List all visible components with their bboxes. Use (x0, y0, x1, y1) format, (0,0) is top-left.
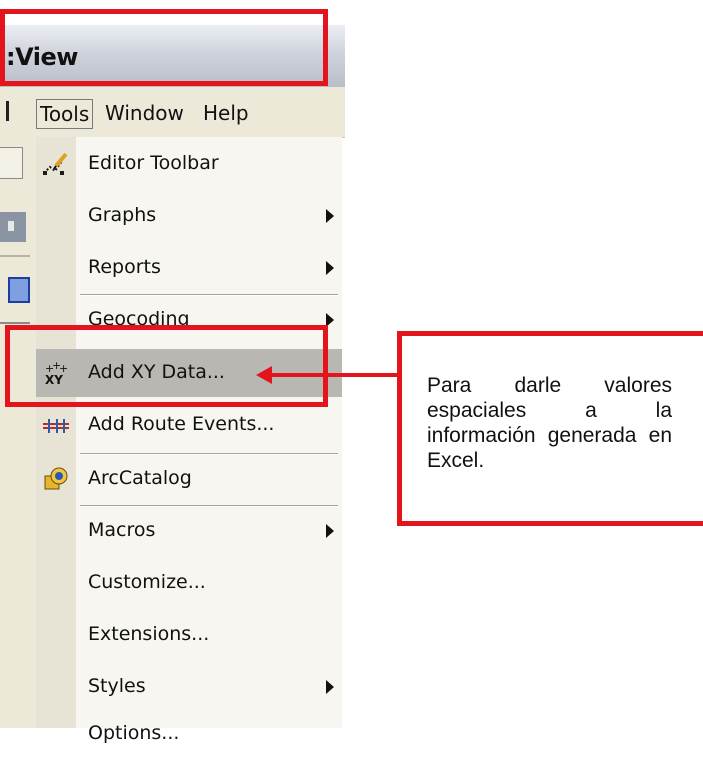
editor-toolbar-icon (43, 152, 68, 175)
menu-item-label: Macros (88, 519, 156, 541)
menu-separator (80, 294, 338, 296)
menu-item-reports[interactable]: Reports (36, 244, 342, 292)
menu-item-extensions[interactable]: Extensions... (36, 611, 342, 659)
menu-item-editor-toolbar[interactable]: Editor Toolbar (36, 140, 342, 188)
menu-window[interactable]: Window (102, 99, 187, 127)
toolbar-fragment (0, 147, 23, 179)
menu-item-label: Editor Toolbar (88, 152, 219, 174)
menu-fragment (6, 101, 9, 121)
annotation-text: Para darle valores espaciales a la infor… (427, 374, 672, 472)
menu-item-macros[interactable]: Macros (36, 507, 342, 555)
annotation-arrow-line (262, 373, 414, 377)
menu-item-label: Styles (88, 675, 146, 697)
menu-item-label: Add Route Events... (88, 413, 275, 435)
menu-separator (80, 505, 338, 507)
menu-item-label: Extensions... (88, 623, 210, 645)
menu-item-arccatalog[interactable]: ArcCatalog (36, 455, 342, 503)
menu-tools[interactable]: Tools (36, 99, 94, 129)
submenu-arrow-icon (326, 524, 334, 538)
menu-item-options[interactable]: Options... (36, 710, 342, 758)
menu-item-label: Graphs (88, 204, 157, 226)
add-route-events-icon (43, 419, 69, 433)
submenu-arrow-icon (326, 209, 334, 223)
menu-item-label: Options... (88, 722, 180, 744)
toolbar-button-fragment (0, 212, 26, 242)
menu-item-label: Customize... (88, 571, 206, 593)
arccatalog-icon (44, 467, 68, 490)
divider (0, 322, 30, 324)
menu-item-label: Reports (88, 256, 161, 278)
highlight-box-window-title (0, 9, 328, 86)
menu-bar: Tools Window Help (0, 87, 345, 138)
menu-item-add-route-events[interactable]: Add Route Events... (36, 401, 342, 449)
tool-icon-fragment (8, 277, 30, 303)
menu-item-customize[interactable]: Customize... (36, 559, 342, 607)
menu-separator (80, 453, 338, 455)
submenu-arrow-icon (326, 261, 334, 275)
menu-item-label: ArcCatalog (88, 467, 192, 489)
submenu-arrow-icon (326, 680, 334, 694)
annotation-arrow-head (256, 366, 272, 384)
toolbar-fragment-strip (0, 137, 36, 728)
menu-help[interactable]: Help (200, 99, 252, 127)
menu-item-styles[interactable]: Styles (36, 663, 342, 711)
highlight-box-add-xy-data (5, 325, 328, 407)
tools-menu-dropdown: Editor Toolbar Graphs Reports Geocoding … (36, 137, 342, 744)
annotation-callout: Para darle valores espaciales a la infor… (397, 331, 703, 526)
divider (0, 255, 30, 257)
menu-item-graphs[interactable]: Graphs (36, 192, 342, 240)
